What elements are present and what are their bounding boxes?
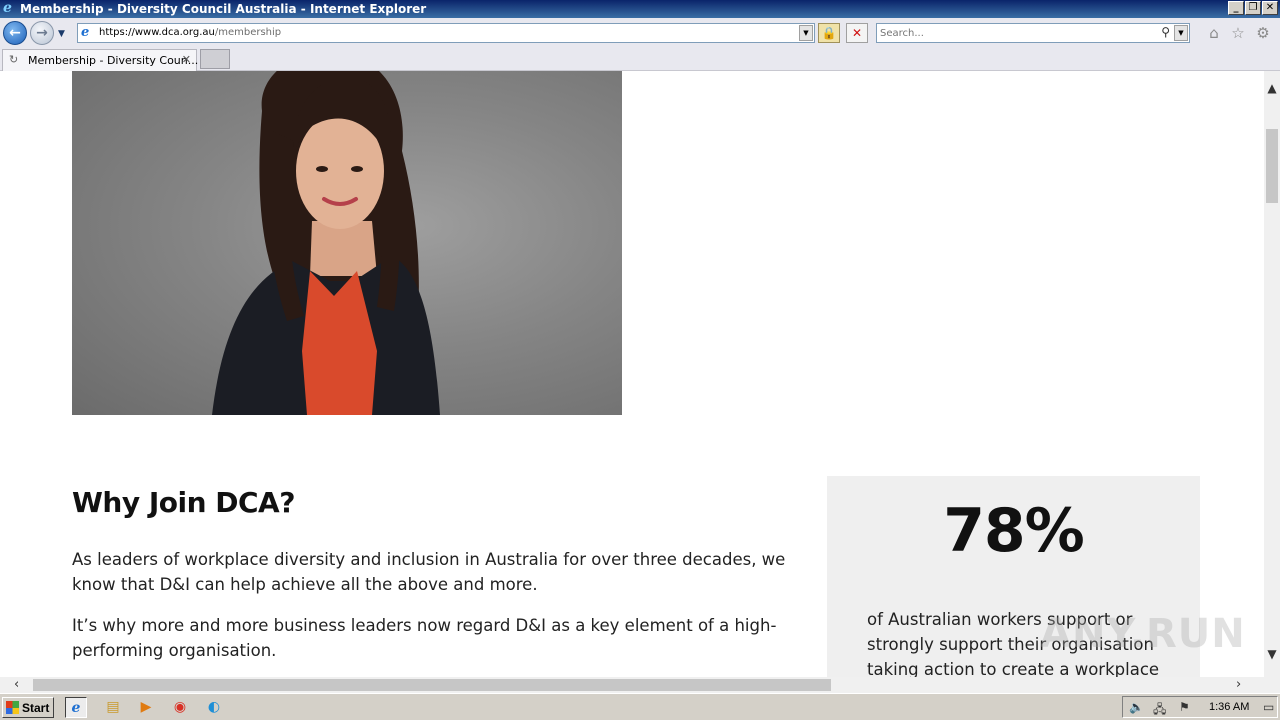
scrollbar-corner — [1264, 677, 1280, 693]
network-icon[interactable]: 🖧 — [1153, 700, 1166, 721]
page-viewport: Why Join DCA? As leaders of workplace di… — [0, 71, 1264, 677]
horizontal-scroll-thumb[interactable] — [33, 679, 831, 691]
scroll-left-arrow-icon[interactable]: ‹ — [14, 677, 28, 693]
settings-gear-icon[interactable]: ⚙ — [1254, 24, 1272, 42]
why-join-heading: Why Join DCA? — [72, 486, 295, 519]
start-button[interactable]: Start — [2, 697, 54, 718]
favorites-star-icon[interactable]: ☆ — [1229, 24, 1247, 42]
window-titlebar: e Membership - Diversity Council Austral… — [0, 0, 1280, 18]
address-dropdown-button[interactable]: ▼ — [799, 25, 813, 41]
vertical-scrollbar[interactable]: ▲ ▼ — [1264, 71, 1280, 677]
vertical-scroll-thumb[interactable] — [1266, 129, 1278, 203]
address-url[interactable]: https://www.dca.org.au/membership — [99, 27, 281, 38]
show-desktop-icon[interactable]: ▭ — [1263, 700, 1274, 714]
url-prefix: https://www. — [99, 27, 162, 38]
search-input[interactable] — [880, 26, 1150, 40]
taskbar-file-explorer-icon[interactable]: ▤ — [102, 697, 124, 718]
security-lock-icon[interactable]: 🔒 — [818, 23, 840, 43]
taskbar-edge-icon[interactable]: ◐ — [203, 697, 225, 718]
restore-button[interactable]: ❐ — [1245, 1, 1261, 15]
taskbar-chrome-icon[interactable]: ◉ — [169, 697, 191, 718]
tab-strip: ↻ Membership - Diversity Coun... ✕ — [0, 48, 1280, 71]
horizontal-scrollbar[interactable]: ‹ › — [0, 677, 1264, 693]
search-dropdown-button[interactable]: ▼ — [1174, 25, 1188, 41]
minimize-button[interactable]: _ — [1228, 1, 1244, 15]
taskbar-media-player-icon[interactable]: ▶ — [135, 697, 157, 718]
forward-button[interactable]: → — [30, 21, 54, 45]
recent-pages-dropdown-icon[interactable]: ▼ — [58, 29, 65, 39]
new-tab-button[interactable] — [200, 49, 230, 69]
url-host: dca.org.au — [161, 27, 215, 38]
start-label: Start — [22, 701, 50, 715]
search-icon[interactable]: ⚲ — [1161, 25, 1170, 39]
intro-paragraph: As leaders of workplace diversity and in… — [72, 550, 786, 594]
volume-icon[interactable]: 🔈 — [1129, 700, 1144, 714]
system-tray: 🔈 🖧 ⚑ 1:36 AM ▭ — [1122, 696, 1278, 718]
scroll-down-arrow-icon[interactable]: ▼ — [1264, 647, 1280, 661]
portrait-illustration — [212, 71, 440, 415]
windows-logo-icon-lower — [6, 708, 19, 714]
scroll-right-arrow-icon[interactable]: › — [1236, 677, 1250, 693]
search-box[interactable]: ⚲ ▼ — [876, 23, 1190, 43]
address-bar[interactable]: e https://www.dca.org.au/membership ▼ — [77, 23, 815, 43]
anyrun-watermark: ANY.RUN — [1040, 611, 1246, 657]
action-center-flag-icon[interactable]: ⚑ — [1179, 700, 1190, 714]
back-button[interactable]: ← — [3, 21, 27, 45]
portrait-photo — [72, 71, 622, 415]
close-window-button[interactable]: ✕ — [1262, 1, 1278, 15]
url-path: /membership — [214, 27, 282, 38]
clock[interactable]: 1:36 AM — [1209, 701, 1249, 713]
internet-explorer-icon: e — [3, 0, 12, 16]
statistic-value: 78% — [943, 496, 1085, 566]
scroll-up-arrow-icon[interactable]: ▲ — [1264, 81, 1280, 95]
navigation-bar: ← → ▼ e https://www.dca.org.au/membershi… — [0, 18, 1280, 48]
stop-button[interactable]: ✕ — [846, 23, 868, 43]
tab-label: Membership - Diversity Coun... — [28, 54, 199, 67]
loading-spinner-icon: ↻ — [9, 53, 19, 66]
window-title: Membership - Diversity Council Australia… — [20, 2, 427, 16]
home-icon[interactable]: ⌂ — [1205, 24, 1223, 42]
leaders-paragraph: It’s why more and more business leaders … — [72, 616, 777, 660]
taskbar-internet-explorer-icon[interactable]: e — [65, 697, 87, 718]
taskbar: Start e ▤ ▶ ◉ ◐ 🔈 🖧 ⚑ 1:36 AM ▭ — [0, 693, 1280, 720]
page-favicon-icon: e — [81, 25, 90, 40]
tab-membership[interactable]: ↻ Membership - Diversity Coun... ✕ — [2, 49, 199, 71]
close-tab-icon[interactable]: ✕ — [182, 53, 191, 66]
